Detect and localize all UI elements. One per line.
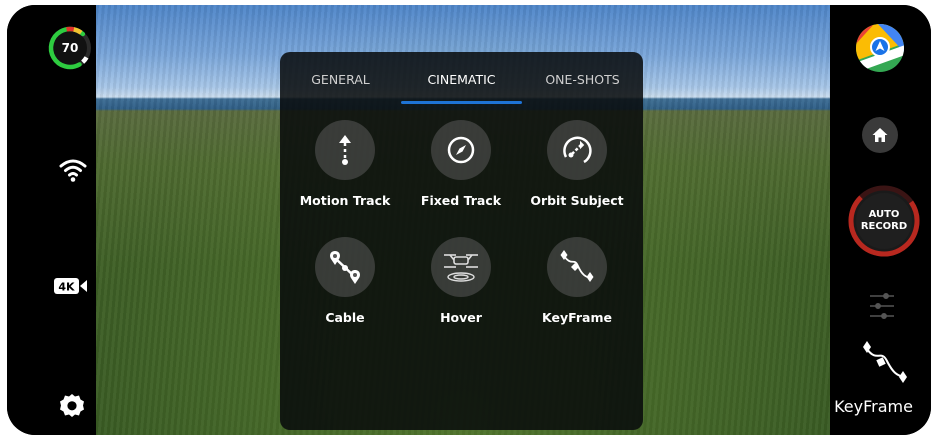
left-toolbar: 70 4K [7, 5, 96, 435]
home-icon [872, 128, 888, 142]
settings-gear-icon[interactable] [58, 392, 86, 420]
mode-keyframe[interactable]: KeyFrame [521, 237, 631, 337]
resolution-indicator[interactable]: 4K [54, 277, 88, 295]
mode-motion-track[interactable]: Motion Track [289, 120, 399, 220]
home-button[interactable] [862, 117, 898, 153]
tab-one-shots[interactable]: ONE-SHOTS [522, 72, 643, 87]
record-line-1: AUTO [868, 209, 900, 220]
mode-tabs: GENERAL CINEMATIC ONE-SHOTS [280, 52, 643, 104]
keyframe-icon [560, 250, 594, 282]
wifi-icon[interactable] [58, 155, 88, 185]
mode-orbit-subject[interactable]: Orbit Subject [521, 120, 631, 220]
selected-mode-label: KeyFrame [834, 397, 913, 416]
mode-label: KeyFrame [542, 310, 612, 325]
mode-icon-circle [315, 120, 375, 180]
maps-app-icon[interactable] [855, 23, 905, 73]
active-tab-indicator [401, 101, 522, 104]
mode-hover[interactable]: Hover [405, 237, 515, 337]
cable-icon [330, 251, 360, 284]
fixed-track-icon [447, 136, 475, 164]
motion-track-icon [339, 135, 351, 165]
video-resolution-icon: 4K [54, 278, 87, 294]
tab-general[interactable]: GENERAL [280, 72, 401, 87]
mode-fixed-track[interactable]: Fixed Track [405, 120, 515, 220]
mode-icon-circle [431, 120, 491, 180]
auto-record-label: AUTO RECORD [848, 185, 920, 257]
record-line-2: RECORD [860, 221, 908, 232]
hover-icon [444, 254, 478, 282]
mode-label: Fixed Track [420, 193, 502, 208]
mode-icon-circle [315, 237, 375, 297]
mode-icon-circle [547, 120, 607, 180]
mode-icon-circle [547, 237, 607, 297]
mode-label: Cable [325, 310, 365, 325]
mode-label: Motion Track [299, 193, 391, 208]
mode-cable[interactable]: Cable [289, 237, 399, 337]
mode-icon-circle [431, 237, 491, 297]
adjustments-sliders-icon[interactable] [870, 290, 894, 322]
battery-percent: 70 [61, 41, 79, 55]
orbit-subject-icon [563, 136, 592, 164]
mode-label: Hover [440, 310, 482, 325]
flight-mode-menu: GENERAL CINEMATIC ONE-SHOTS Motion Track… [280, 52, 643, 430]
resolution-label: 4K [58, 281, 75, 294]
mode-label: Orbit Subject [530, 193, 624, 208]
selected-mode-keyframe-icon[interactable] [857, 335, 913, 391]
tab-cinematic[interactable]: CINEMATIC [401, 72, 522, 87]
